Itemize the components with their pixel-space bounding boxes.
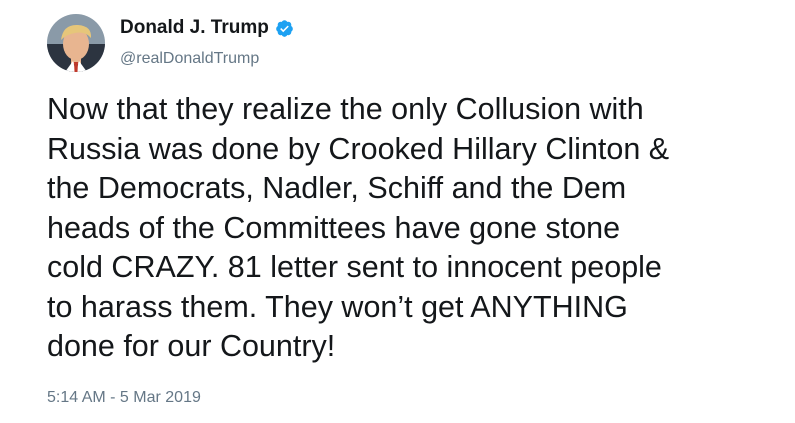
author-display-name: Donald J. Trump [120, 17, 269, 38]
author-name[interactable]: Donald J. Trump [120, 17, 294, 39]
profile-photo-icon [47, 14, 105, 72]
tweet-card: Donald J. Trump @realDonaldTrump Now tha… [0, 0, 795, 423]
verified-badge-icon [275, 19, 294, 38]
tweet-timestamp[interactable]: 5:14 AM - 5 Mar 2019 [47, 389, 201, 407]
author-avatar[interactable] [47, 14, 105, 72]
tweet-text: Now that they realize the only Collusion… [47, 92, 670, 363]
author-handle[interactable]: @realDonaldTrump [120, 50, 259, 68]
